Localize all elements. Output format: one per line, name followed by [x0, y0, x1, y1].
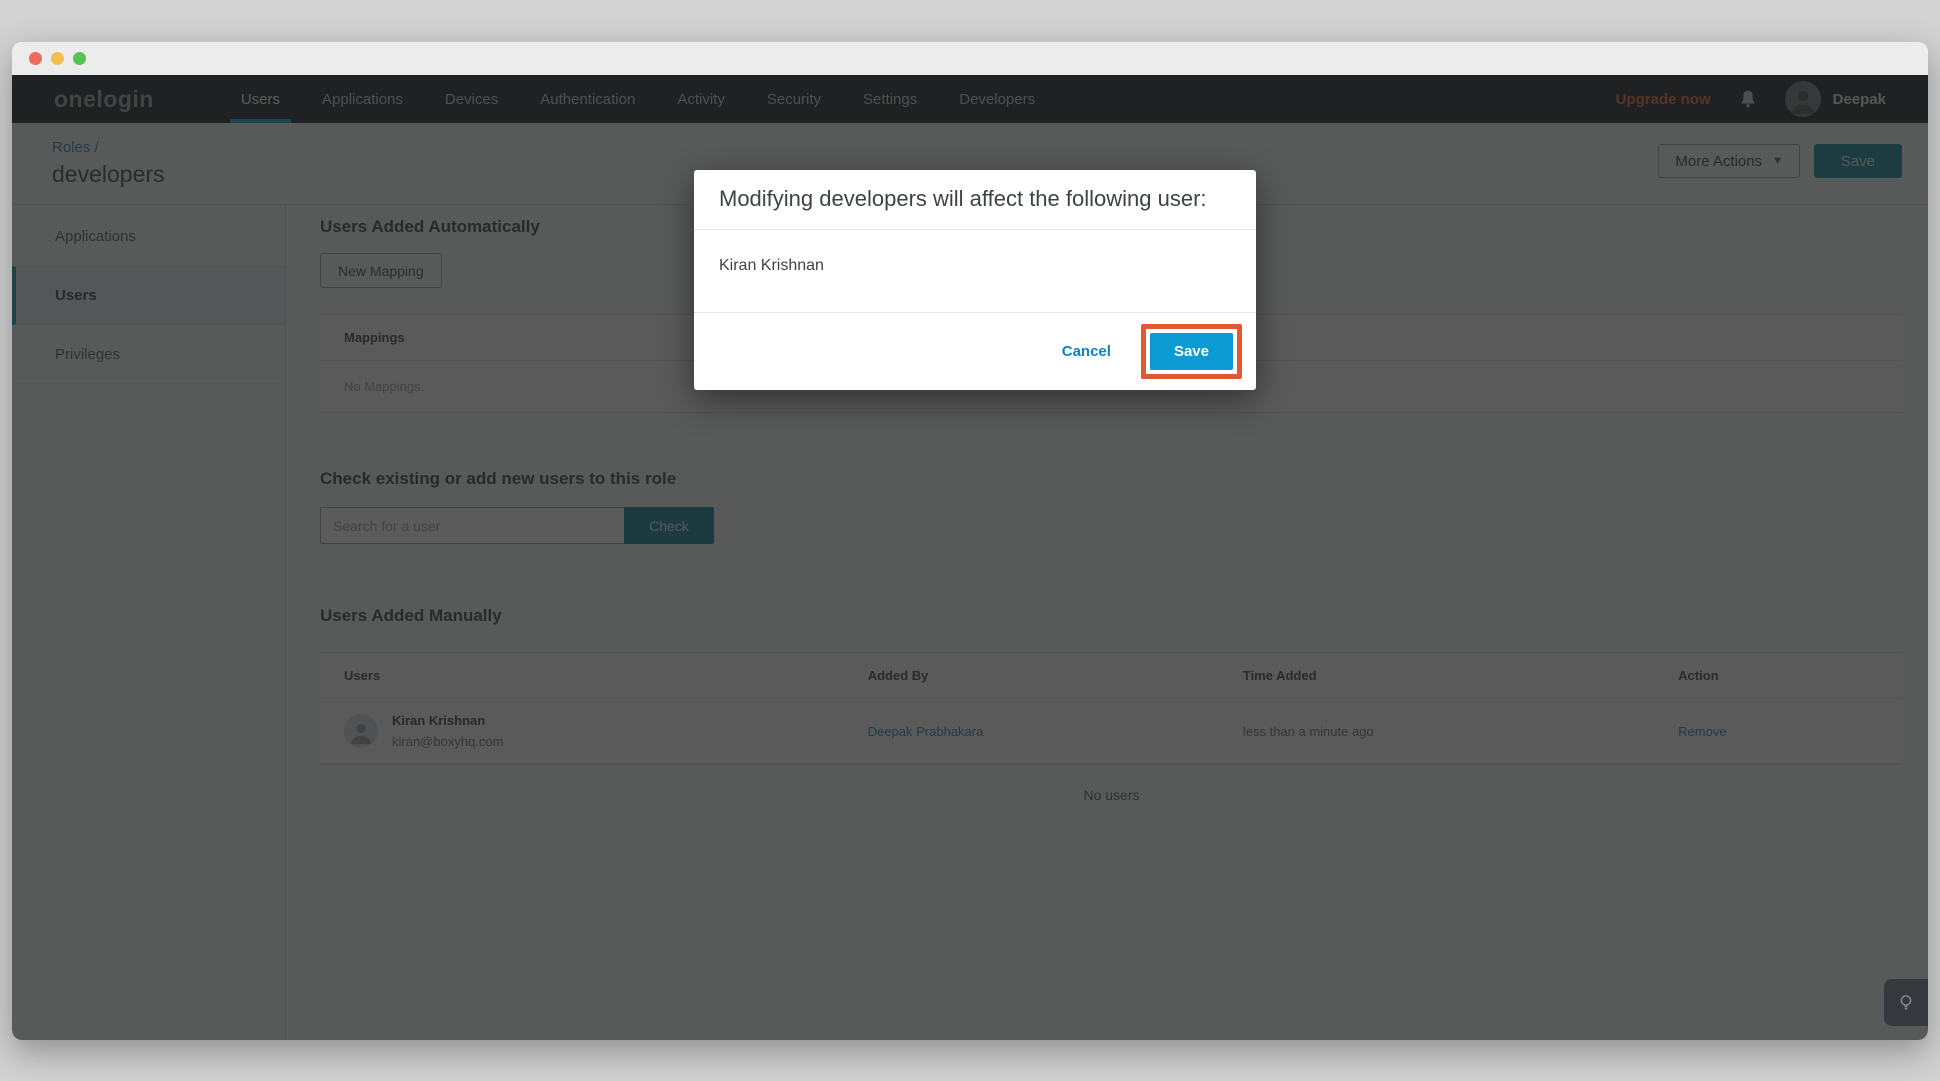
minimize-window-button[interactable] — [51, 52, 64, 65]
confirm-modal: Modifying developers will affect the fol… — [694, 170, 1256, 390]
modal-cancel-button[interactable]: Cancel — [1062, 343, 1111, 360]
close-window-button[interactable] — [29, 52, 42, 65]
modal-footer: Cancel Save — [694, 313, 1256, 390]
titlebar — [12, 42, 1928, 75]
save-highlight-annotation: Save — [1141, 324, 1242, 379]
viewport: onelogin Users Applications Devices Auth… — [12, 75, 1928, 1040]
modal-save-button[interactable]: Save — [1150, 333, 1233, 370]
browser-window: onelogin Users Applications Devices Auth… — [12, 42, 1928, 1040]
modal-title: Modifying developers will affect the fol… — [694, 170, 1256, 230]
modal-affected-user: Kiran Krishnan — [694, 230, 1256, 313]
help-lightbulb-button[interactable] — [1884, 979, 1928, 1026]
maximize-window-button[interactable] — [73, 52, 86, 65]
